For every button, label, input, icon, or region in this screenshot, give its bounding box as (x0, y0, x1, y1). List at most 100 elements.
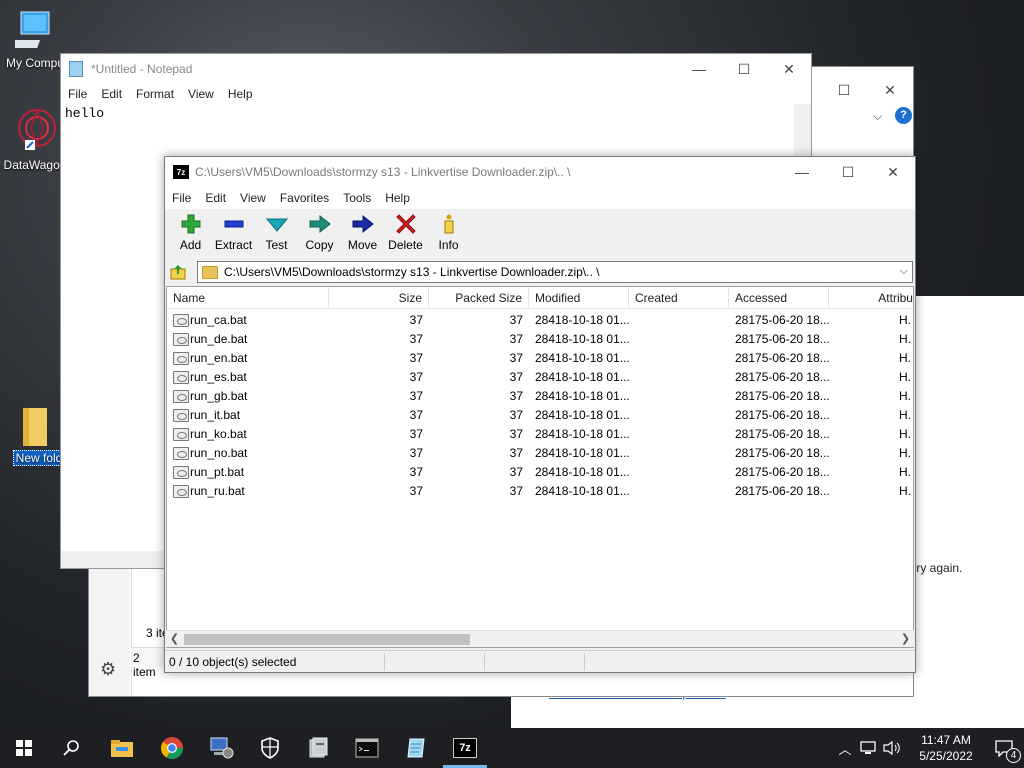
file-attr: H. (899, 446, 911, 460)
test-button[interactable]: Test (255, 209, 298, 259)
maximize-button[interactable]: ☐ (721, 54, 767, 84)
network-icon[interactable] (858, 740, 878, 756)
chrome-icon (161, 737, 183, 759)
scroll-right-icon[interactable]: ❯ (897, 631, 914, 648)
chevron-down-icon[interactable]: ⌵ (873, 109, 882, 124)
scroll-left-icon[interactable]: ❮ (166, 631, 183, 648)
file-attr: H. (899, 313, 911, 327)
file-accessed: 28175-06-20 18... (735, 484, 830, 498)
add-button[interactable]: Add (169, 209, 212, 259)
menu-edit[interactable]: Edit (94, 87, 129, 101)
menu-tools[interactable]: Tools (336, 191, 378, 205)
taskbar-security[interactable] (246, 728, 294, 768)
column-packed-size[interactable]: Packed Size (429, 287, 529, 309)
column-accessed[interactable]: Accessed (729, 287, 829, 309)
bat-file-icon (173, 428, 189, 441)
menu-help[interactable]: Help (221, 87, 260, 101)
7zip-titlebar[interactable]: 7z C:\Users\VM5\Downloads\stormzy s13 - … (165, 157, 915, 187)
gear-icon[interactable]: ⚙ (100, 659, 116, 680)
move-button[interactable]: Move (341, 209, 384, 259)
file-attr: H. (899, 484, 911, 498)
table-row[interactable]: run_ko.bat 37 37 28418-10-18 01... 28175-06-… (167, 425, 913, 444)
check-icon (265, 213, 288, 235)
maximize-button[interactable]: ☐ (825, 157, 871, 187)
help-icon[interactable]: ? (895, 107, 912, 124)
column-modified[interactable]: Modified (529, 287, 629, 309)
notification-center-button[interactable]: 4 (984, 728, 1024, 768)
close-button[interactable]: ✕ (870, 157, 916, 187)
file-packed: 37 (509, 427, 523, 441)
file-size: 37 (409, 313, 423, 327)
menu-view[interactable]: View (233, 191, 273, 205)
file-accessed: 28175-06-20 18... (735, 427, 830, 441)
address-input[interactable]: C:\Users\VM5\Downloads\stormzy s13 - Lin… (197, 261, 913, 283)
move-label: Move (347, 238, 378, 252)
menu-help[interactable]: Help (378, 191, 417, 205)
file-size: 37 (409, 370, 423, 384)
notepad-titlebar[interactable]: *Untitled - Notepad — ☐ ✕ (61, 54, 811, 84)
table-row[interactable]: run_de.bat 37 37 28418-10-18 01... 28175-06-… (167, 330, 913, 349)
file-accessed: 28175-06-20 18... (735, 389, 830, 403)
table-row[interactable]: run_pt.bat 37 37 28418-10-18 01... 28175-06-… (167, 463, 913, 482)
search-icon (63, 740, 79, 756)
menu-favorites[interactable]: Favorites (273, 191, 336, 205)
table-row[interactable]: run_ru.bat 37 37 28418-10-18 01... 28175-06-… (167, 482, 913, 501)
table-row[interactable]: run_en.bat 37 37 28418-10-18 01... 28175-06-… (167, 349, 913, 368)
taskbar-notepad[interactable] (392, 728, 440, 768)
taskbar-terminal[interactable] (343, 728, 391, 768)
explorer-status-text: 2 item (133, 651, 156, 679)
table-row[interactable]: run_it.bat 37 37 28418-10-18 01... 28175-06-… (167, 406, 913, 425)
minimize-button[interactable]: — (676, 54, 722, 84)
menu-file[interactable]: File (61, 87, 94, 101)
info-icon (442, 213, 456, 235)
start-button[interactable] (0, 728, 48, 768)
file-name: run_no.bat (190, 446, 248, 460)
menu-format[interactable]: Format (129, 87, 181, 101)
taskbar-7zip[interactable]: 7z (441, 728, 489, 768)
menu-view[interactable]: View (181, 87, 221, 101)
file-packed: 37 (509, 370, 523, 384)
up-folder-button[interactable] (165, 260, 191, 284)
menu-edit[interactable]: Edit (198, 191, 233, 205)
close-button[interactable]: ✕ (766, 54, 812, 84)
table-row[interactable]: run_gb.bat 37 37 28418-10-18 01... 28175-06-… (167, 387, 913, 406)
file-list: Name Size Packed Size Modified Created A… (166, 286, 914, 648)
taskbar-archive-tool[interactable] (294, 728, 342, 768)
file-list-horizontal-scrollbar[interactable]: ❮ ❯ (166, 630, 914, 647)
start-icon (16, 740, 32, 756)
search-button[interactable] (48, 728, 96, 768)
file-modified: 28418-10-18 01... (535, 427, 630, 441)
delete-button[interactable]: Delete (384, 209, 427, 259)
taskbar-file-explorer[interactable] (98, 728, 146, 768)
file-modified: 28418-10-18 01... (535, 351, 630, 365)
column-name[interactable]: Name (167, 287, 329, 309)
column-attributes[interactable]: Attribute (829, 287, 913, 309)
file-name: run_ca.bat (190, 313, 247, 327)
extract-button[interactable]: Extract (212, 209, 255, 259)
file-size: 37 (409, 427, 423, 441)
chevron-up-icon[interactable]: ︿ (834, 739, 856, 758)
copy-button[interactable]: Copy (298, 209, 341, 259)
table-row[interactable]: run_ca.bat 37 37 28418-10-18 01... 28175-06-… (167, 311, 913, 330)
table-row[interactable]: run_no.bat 37 37 28418-10-18 01... 28175-06-… (167, 444, 913, 463)
clock[interactable]: 11:47 AM 5/25/2022 (908, 732, 984, 764)
table-row[interactable]: run_es.bat 37 37 28418-10-18 01... 28175-06-… (167, 368, 913, 387)
column-created[interactable]: Created (629, 287, 729, 309)
taskbar-chrome[interactable] (148, 728, 196, 768)
desktop-icon-label[interactable]: New fold (12, 450, 66, 466)
notepad-text-area[interactable]: hello (65, 106, 104, 121)
file-packed: 37 (509, 408, 523, 422)
file-created (635, 330, 735, 349)
minimize-button[interactable]: — (779, 157, 825, 187)
close-button[interactable]: ✕ (867, 75, 913, 105)
file-size: 37 (409, 351, 423, 365)
info-button[interactable]: Info (427, 209, 470, 259)
taskbar-network-tool[interactable] (198, 728, 246, 768)
menu-file[interactable]: File (165, 191, 198, 205)
chevron-down-icon[interactable]: ⌵ (900, 265, 908, 278)
column-size[interactable]: Size (329, 287, 429, 309)
maximize-button[interactable]: ☐ (821, 75, 867, 105)
plus-icon (181, 213, 201, 235)
volume-icon[interactable] (882, 740, 902, 756)
scrollbar-thumb[interactable] (184, 634, 470, 645)
